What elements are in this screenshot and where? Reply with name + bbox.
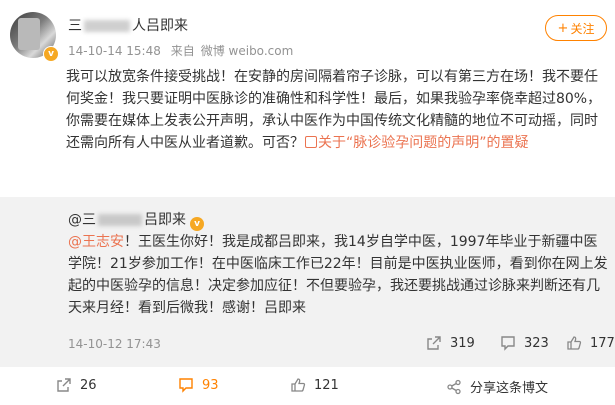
reposted-content: @三 吕即来 v @王志安！王医生你好！我是成都吕即来，我14岁自学中医，1997年…: [0, 197, 615, 367]
post-source-prefix: 来自: [170, 44, 195, 58]
repost-footer: 14-10-12 17:43 319 323 177: [68, 335, 615, 355]
repost-icon: [57, 378, 71, 392]
verified-badge-icon: v: [190, 217, 204, 231]
post-timestamp[interactable]: 14-10-14 15:48: [68, 44, 161, 58]
comment-button[interactable]: 93: [178, 377, 219, 393]
repost-text: @王志安！王医生你好！我是成都吕即来，我14岁自学中医，1997年毕业于新疆中医…: [68, 234, 608, 316]
repost-icon: [427, 336, 441, 350]
repost-repost-button[interactable]: 319: [426, 335, 475, 351]
post-username[interactable]: 三人吕即来: [68, 15, 188, 35]
like-button[interactable]: 121: [290, 377, 339, 393]
comment-icon: [179, 378, 193, 393]
thumbs-up-icon: [567, 336, 582, 350]
repost-like-button[interactable]: 177: [566, 335, 615, 351]
article-link-icon: [305, 136, 317, 148]
mention-link[interactable]: @王志安: [68, 234, 124, 250]
redacted-name: [84, 20, 130, 32]
repost-username[interactable]: @三 吕即来 v: [68, 209, 204, 231]
redacted-name: [98, 214, 142, 226]
repost-comment-button[interactable]: 323: [500, 335, 549, 351]
post-meta: 14-10-14 15:48 来自 微博 weibo.com: [68, 42, 299, 59]
plus-icon: +: [557, 20, 569, 36]
thumbs-up-icon: [291, 378, 306, 392]
comment-icon: [501, 336, 515, 351]
repost-timestamp[interactable]: 14-10-12 17:43: [68, 337, 161, 351]
article-link[interactable]: 关于“脉诊验孕问题的声明”的置疑: [304, 135, 529, 151]
verified-badge-icon: v: [43, 46, 59, 62]
post-text: 我可以放宽条件接受挑战！在安静的房间隔着帘子诊脉，可以有第三方在场！我不要任何奖…: [66, 69, 602, 151]
post-source[interactable]: 微博 weibo.com: [201, 44, 294, 58]
share-icon: [447, 379, 461, 394]
follow-button[interactable]: + 关注: [545, 15, 607, 41]
post-footer: 26 93 121 分享这条博文: [0, 367, 615, 405]
repost-button[interactable]: 26: [56, 377, 97, 393]
post-header: v 三人吕即来 14-10-14 15:48 来自 微博 weibo.com + 关…: [0, 0, 615, 64]
share-button[interactable]: 分享这条博文: [446, 377, 548, 396]
